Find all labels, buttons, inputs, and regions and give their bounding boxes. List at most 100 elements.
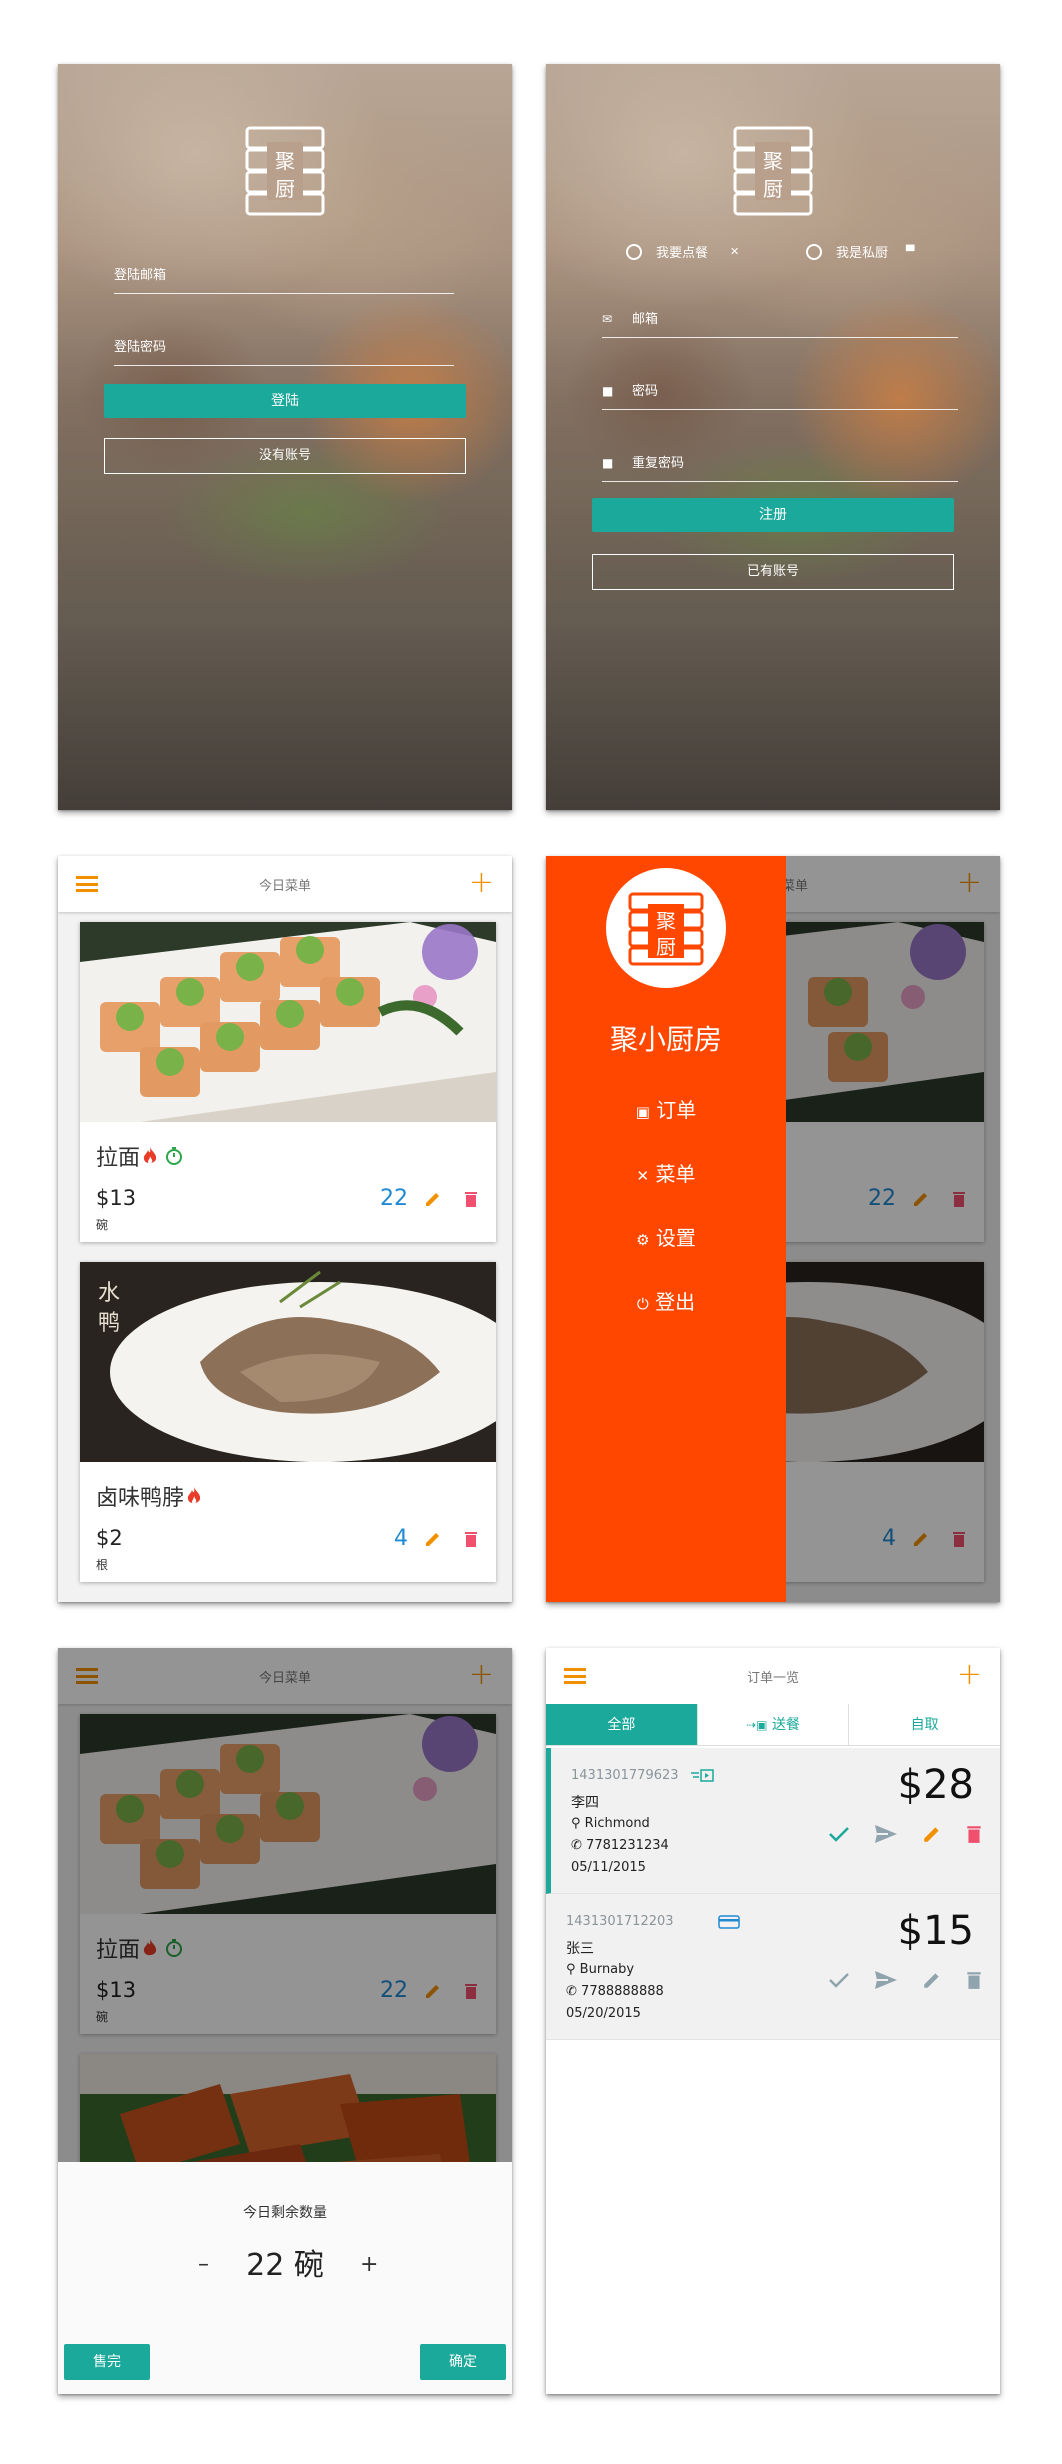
edit-icon[interactable] (922, 1824, 942, 1844)
location-icon: ⚲ (566, 1962, 576, 1977)
mail-icon: ✉ (602, 312, 613, 326)
register-password-field[interactable]: ■ 密码 (602, 380, 958, 410)
order-id: 1431301779623 (571, 1768, 679, 1783)
dish-unit: 根 (96, 1558, 109, 1572)
drawer-screen: 今日菜单 + 22 (546, 856, 1000, 1602)
svg-text:聚: 聚 (275, 149, 295, 173)
order-item[interactable]: 1431301779623 李四 ⚲ Richmond ✆ 7781231234… (546, 1748, 1000, 1894)
no-account-button[interactable]: 没有账号 (104, 438, 466, 474)
customer-name: 张三 (566, 1941, 594, 1957)
has-account-button[interactable]: 已有账号 (592, 554, 954, 590)
register-button[interactable]: 注册 (592, 498, 954, 532)
dish-quantity[interactable]: 22 (380, 1186, 408, 1211)
order-price: $15 (897, 1908, 974, 1954)
delete-icon[interactable] (464, 1530, 478, 1548)
hamburger-icon[interactable] (76, 876, 98, 892)
dish-unit: 碗 (96, 1218, 109, 1232)
location-icon: ⚲ (571, 1816, 581, 1831)
dish-info: 拉面 $13 碗 22 (80, 1122, 496, 1242)
role-chef-radio[interactable]: 我是私厨 ▀ (806, 242, 914, 261)
delete-icon[interactable] (966, 1970, 982, 1990)
app-logo: 聚 厨 (731, 126, 815, 216)
confirm-button[interactable]: 确定 (420, 2344, 506, 2380)
scrim-overlay[interactable] (58, 1648, 512, 2162)
dish-name: 拉面 (96, 1146, 141, 1171)
drawer-item-logout[interactable]: ⏻ 登出 (546, 1286, 786, 1315)
confirm-label: 重复密码 (632, 456, 685, 471)
delete-icon[interactable] (464, 1190, 478, 1208)
dish-quantity[interactable]: 4 (394, 1526, 408, 1551)
send-icon[interactable] (874, 1824, 898, 1844)
quantity-screen: 今日菜单 + 拉面 $13 碗 22 今日剩余数量 – 22 碗 + 售完 确定 (58, 1648, 512, 2394)
edit-icon[interactable] (424, 1530, 442, 1548)
drawer-item-orders[interactable]: ▣ 订单 (546, 1094, 786, 1123)
tab-pickup[interactable]: 自取 (848, 1704, 1000, 1745)
phone-icon: ✆ (571, 1838, 582, 1853)
check-icon[interactable] (828, 1825, 850, 1843)
dish-photo: 水 鸭 (80, 1262, 496, 1462)
tab-all[interactable]: 全部 (546, 1704, 697, 1745)
svg-text:厨: 厨 (763, 177, 783, 201)
app-logo: 聚 厨 (243, 126, 327, 216)
radio-circle (626, 243, 642, 260)
menu-screen: 今日菜单 + 拉面 $13 碗 22 水 鸭 卤味鸭脖 $2 根 4 (58, 856, 512, 1602)
drawer-item-settings[interactable]: ⚙ 设置 (546, 1222, 786, 1251)
dish-info: 卤味鸭脖 $2 根 4 (80, 1462, 496, 1582)
svg-text:鸭: 鸭 (98, 1311, 120, 1336)
edit-icon[interactable] (424, 1190, 442, 1208)
order-item[interactable]: 1431301712203 张三 ⚲ Burnaby ✆ 7788888888 … (546, 1894, 1000, 2040)
role-customer-radio[interactable]: 我要点餐 ✕ (626, 242, 739, 261)
lock-icon: ■ (602, 384, 614, 398)
email-label: 登陆邮箱 (114, 268, 167, 283)
password-label: 登陆密码 (114, 340, 167, 355)
check-icon[interactable] (828, 1971, 850, 1989)
order-date: 05/11/2015 (571, 1860, 646, 1875)
login-button[interactable]: 登陆 (104, 384, 466, 418)
dish-card[interactable]: 拉面 $13 碗 22 (80, 922, 496, 1242)
store-icon: ▀ (906, 245, 915, 258)
app-bar: 订单一览 + (546, 1648, 1000, 1704)
send-icon[interactable] (874, 1970, 898, 1990)
utensils-icon: ✕ (636, 1167, 650, 1185)
edit-icon[interactable] (922, 1970, 942, 1990)
add-icon[interactable]: + (957, 1658, 982, 1692)
dish-name: 卤味鸭脖 (96, 1486, 185, 1511)
drawer-title: 聚小厨房 (609, 1023, 722, 1056)
spicy-icon (187, 1487, 201, 1504)
tab-delivery[interactable]: ⇢▣ 送餐 (696, 1704, 849, 1745)
register-screen: 聚 厨 我要点餐 ✕ 我是私厨 ▀ ✉ 邮箱 ■ 密码 ■ 重复密码 注册 已有账号 (546, 64, 1000, 810)
hamburger-icon[interactable] (564, 1668, 586, 1684)
soldout-button[interactable]: 售完 (64, 2344, 150, 2380)
dish-photo (80, 922, 496, 1122)
mockup-stage: 聚 厨 登陆邮箱 登陆密码 登陆 没有账号 聚 厨 我要点餐 ✕ 我是私厨 ▀ … (0, 0, 1062, 2464)
quantity-sheet: 今日剩余数量 – 22 碗 + 售完 确定 (58, 2162, 512, 2394)
increase-button[interactable]: + (360, 2252, 378, 2277)
customer-phone: 7781231234 (586, 1838, 669, 1853)
power-icon: ⏻ (636, 1295, 649, 1313)
dish-card[interactable]: 水 鸭 卤味鸭脖 $2 根 4 (80, 1262, 496, 1582)
customer-location: Burnaby (579, 1962, 635, 1977)
customer-location: Richmond (584, 1816, 650, 1831)
orders-screen: 订单一览 + 全部 ⇢▣ 送餐 自取 1431301779623 李四 ⚲ Ri… (546, 1648, 1000, 2394)
register-confirm-field[interactable]: ■ 重复密码 (602, 452, 958, 482)
radio-label: 我要点餐 (656, 246, 709, 261)
clipboard-icon: ▣ (635, 1103, 650, 1121)
delete-icon[interactable] (966, 1824, 982, 1844)
order-id: 1431301712203 (566, 1914, 674, 1929)
order-date: 05/20/2015 (566, 2006, 641, 2021)
drawer-item-menu[interactable]: ✕ 菜单 (546, 1158, 786, 1187)
customer-name: 李四 (571, 1795, 599, 1811)
app-logo: 聚 厨 (606, 868, 726, 988)
svg-text:聚: 聚 (763, 149, 783, 173)
add-icon[interactable]: + (469, 866, 494, 900)
spicy-icon (143, 1147, 157, 1164)
login-screen: 聚 厨 登陆邮箱 登陆密码 登陆 没有账号 (58, 64, 512, 810)
phone-icon: ✆ (566, 1984, 577, 1999)
app-bar: 今日菜单 + (58, 856, 512, 912)
utensils-icon: ✕ (730, 245, 740, 258)
login-password-field[interactable]: 登陆密码 (114, 336, 454, 366)
register-email-field[interactable]: ✉ 邮箱 (602, 308, 958, 338)
sheet-title: 今日剩余数量 (243, 2205, 327, 2221)
svg-text:水: 水 (98, 1281, 120, 1306)
login-email-field[interactable]: 登陆邮箱 (114, 264, 454, 294)
